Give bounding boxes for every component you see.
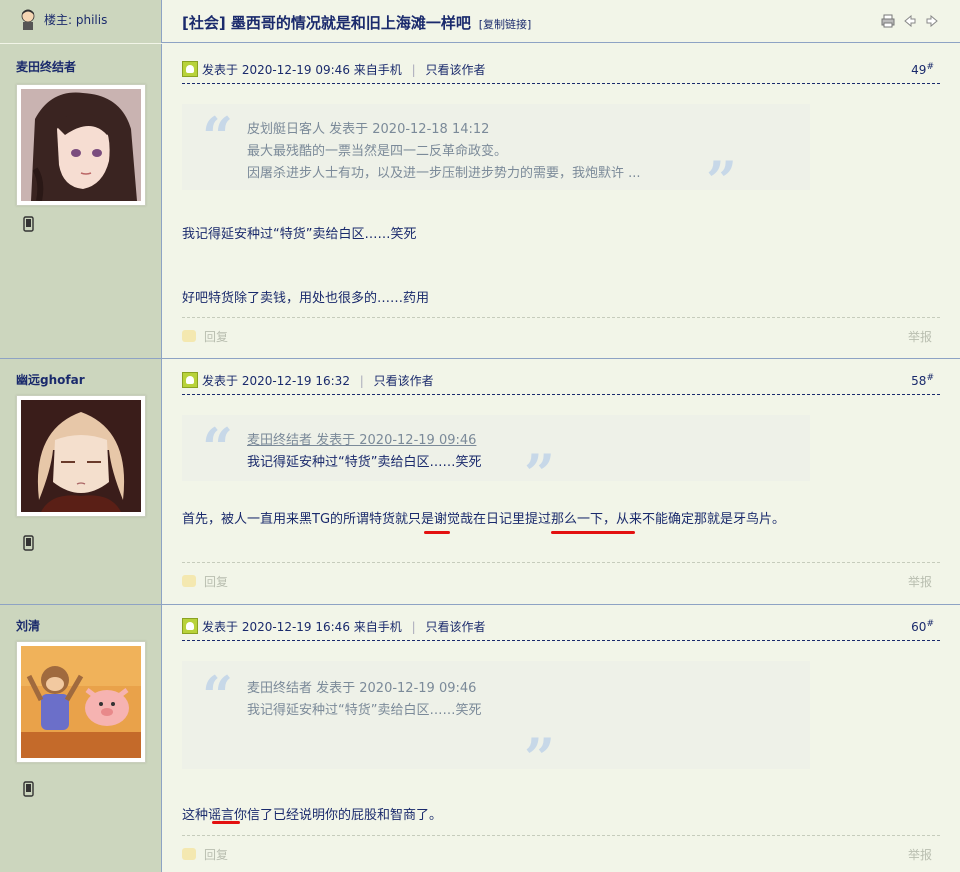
- post-actions: 回复 举报: [182, 835, 940, 865]
- mobile-phone-icon: [23, 216, 34, 232]
- quote-line: 最大最残酷的一票当然是四一二反革命政变。: [247, 144, 508, 159]
- thread-title[interactable]: [社会] 墨西哥的情况就是和旧上海滩一样吧: [182, 14, 471, 32]
- author-name[interactable]: 幽远ghofar: [16, 371, 85, 388]
- post-58: 幽远ghofar 发表于 2020-12-19 16:32 | 只看该作者 58…: [0, 359, 960, 605]
- report-button[interactable]: 举报: [908, 328, 932, 345]
- highlight-underline: [212, 821, 240, 824]
- reply-icon: [182, 848, 196, 860]
- quote-header: 皮划艇日客人 发表于 2020-12-18 14:12: [247, 122, 490, 137]
- post-meta: 发表于 2020-12-19 16:32 | 只看该作者 58#: [182, 371, 940, 395]
- reply-icon: [182, 330, 196, 342]
- report-button[interactable]: 举报: [908, 573, 932, 590]
- reply-button[interactable]: 回复: [182, 328, 228, 345]
- user-status-icon: [182, 61, 198, 77]
- only-author-link[interactable]: 只看该作者: [425, 620, 485, 634]
- quote-header: 麦田终结者 发表于 2020-12-19 09:46: [247, 681, 477, 696]
- reply-icon: [182, 575, 196, 587]
- highlight-underline: [424, 531, 450, 534]
- floor-number[interactable]: 58#: [911, 373, 934, 388]
- highlight-underline: [551, 531, 635, 534]
- close-quote-icon: ”: [524, 442, 556, 506]
- author-name[interactable]: 麦田终结者: [16, 58, 76, 75]
- user-status-icon: [182, 372, 198, 388]
- only-author-link[interactable]: 只看该作者: [374, 374, 434, 388]
- quote-line: 我记得延安种过“特货”卖给白区……笑死: [247, 455, 482, 470]
- post-time: 发表于 2020-12-19 16:46 来自手机: [202, 620, 402, 634]
- post-text: 好吧特货除了卖钱，用处也很多的……药用: [182, 291, 430, 306]
- close-quote-icon: ”: [706, 149, 738, 213]
- op-panel: 楼主: philis: [0, 0, 162, 43]
- copy-link-button[interactable]: [复制链接]: [479, 18, 532, 31]
- post-time: 发表于 2020-12-19 16:32: [202, 374, 350, 388]
- author-name[interactable]: 刘清: [16, 617, 40, 634]
- user-avatar-icon: [21, 9, 35, 30]
- quote-line: 我记得延安种过“特货”卖给白区……笑死: [247, 703, 482, 718]
- avatar[interactable]: [16, 395, 146, 517]
- author-panel: 幽远ghofar: [0, 359, 162, 604]
- post-actions: 回复 举报: [182, 562, 940, 592]
- open-quote-icon: “: [202, 105, 234, 169]
- floor-number[interactable]: 60#: [911, 619, 934, 634]
- post-meta: 发表于 2020-12-19 09:46 来自手机 | 只看该作者 49#: [182, 60, 940, 84]
- print-icon[interactable]: [880, 13, 896, 29]
- arrow-left-icon[interactable]: [902, 13, 918, 29]
- arrow-right-icon[interactable]: [924, 13, 940, 29]
- avatar[interactable]: [16, 84, 146, 206]
- quote-line: 因屠杀进步人士有功，以及进一步压制进步势力的需要，我炮默许 ...: [247, 166, 641, 181]
- reply-button[interactable]: 回复: [182, 573, 228, 590]
- op-label[interactable]: 楼主: philis: [44, 11, 107, 28]
- only-author-link[interactable]: 只看该作者: [425, 63, 485, 77]
- thread-header: 楼主: philis [社会] 墨西哥的情况就是和旧上海滩一样吧 [复制链接]: [0, 0, 960, 43]
- floor-number[interactable]: 49#: [911, 62, 934, 77]
- author-panel: 刘清: [0, 605, 162, 872]
- avatar[interactable]: [16, 641, 146, 763]
- post-actions: 回复 举报: [182, 317, 940, 347]
- post-text: 首先，被人一直用来黑TG的所谓特货就只是谢觉哉在日记里提过那么一下，从来不能确定…: [182, 512, 786, 527]
- post-meta: 发表于 2020-12-19 16:46 来自手机 | 只看该作者 60#: [182, 617, 940, 641]
- open-quote-icon: “: [202, 416, 234, 480]
- reply-button[interactable]: 回复: [182, 846, 228, 863]
- post-60: 刘清 发表于 2020-12-19 16:46 来自手机 | 只看该作者 60#…: [0, 605, 960, 872]
- close-quote-icon: ”: [524, 726, 556, 790]
- quote-block: “ ” 麦田终结者 发表于 2020-12-19 09:46 我记得延安种过“特…: [182, 661, 810, 785]
- quote-block: “ ” 皮划艇日客人 发表于 2020-12-18 14:12 最大最残酷的一票…: [182, 104, 810, 208]
- open-quote-icon: “: [202, 664, 234, 728]
- post-text: 我记得延安种过“特货”卖给白区……笑死: [182, 227, 417, 242]
- post-time: 发表于 2020-12-19 09:46 来自手机: [202, 63, 402, 77]
- mobile-phone-icon: [23, 535, 34, 551]
- user-status-icon: [182, 618, 198, 634]
- author-panel: 麦田终结者: [0, 44, 162, 358]
- post-49: 麦田终结者 发表于 2020-12-19 09:46 来自手机 | 只看该作者: [0, 44, 960, 359]
- quote-block: “ ” 麦田终结者 发表于 2020-12-19 09:46 我记得延安种过“特…: [182, 415, 810, 501]
- quote-header-link[interactable]: 麦田终结者 发表于 2020-12-19 09:46: [247, 429, 476, 448]
- report-button[interactable]: 举报: [908, 846, 932, 863]
- mobile-phone-icon: [23, 781, 34, 797]
